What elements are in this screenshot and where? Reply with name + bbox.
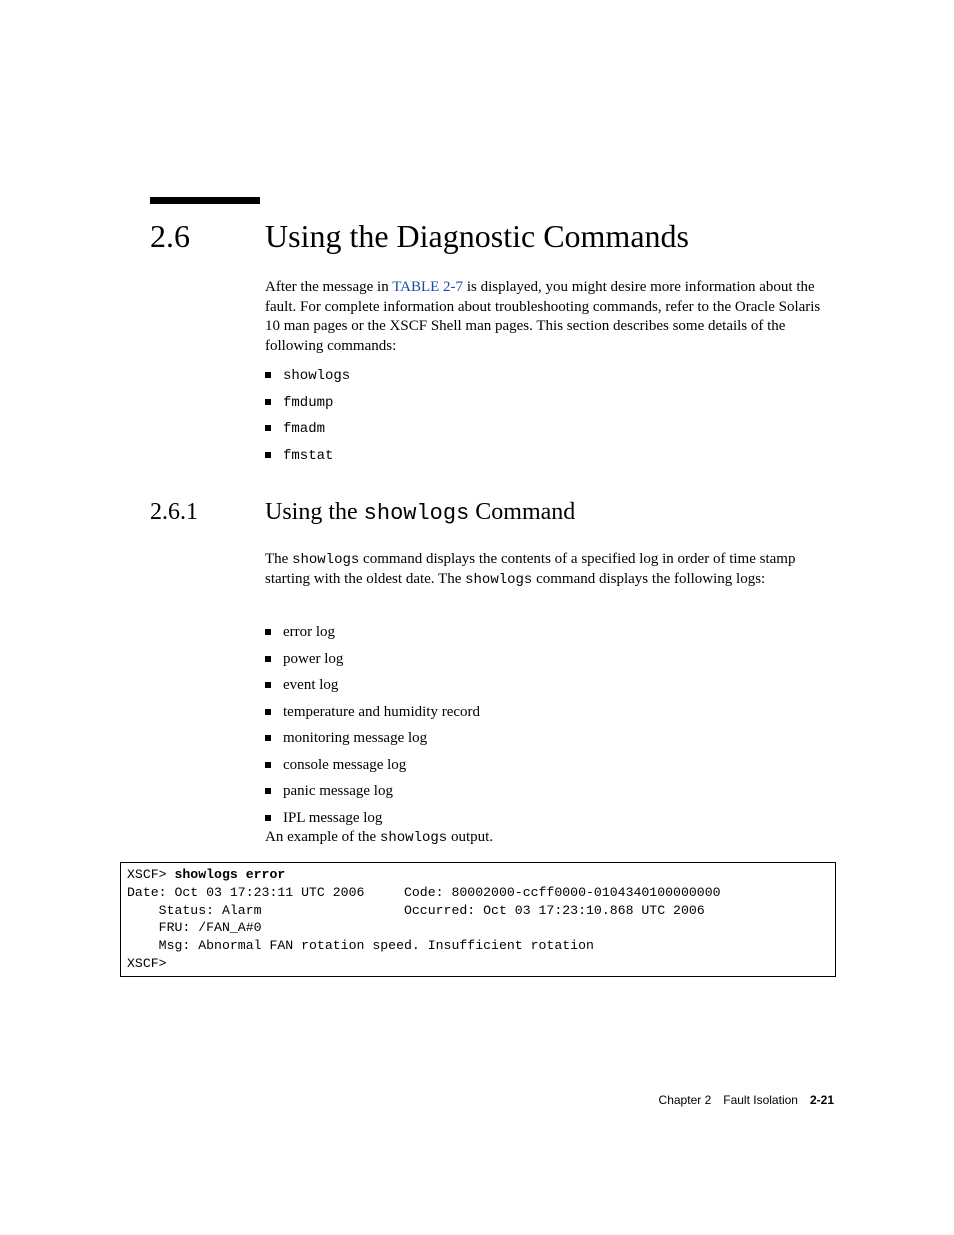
output-line: Status: Alarm Occurred: Oct 03 17:23:10.… (127, 903, 705, 918)
prompt: XSCF> (127, 867, 174, 882)
section-title: Using the Diagnostic Commands (265, 218, 689, 255)
command-name: showlogs (283, 368, 350, 384)
footer-page-number: 2-21 (810, 1093, 834, 1107)
list-item: console message log (265, 756, 834, 776)
list-item: fmadm (265, 419, 834, 439)
text: An example of the (265, 829, 380, 845)
list-item: temperature and humidity record (265, 703, 834, 723)
title-suffix: Command (469, 499, 575, 525)
output-line: Msg: Abnormal FAN rotation speed. Insuff… (127, 938, 594, 953)
subsection-title: Using the showlogs Command (265, 499, 575, 526)
section-rule (150, 197, 260, 204)
inline-command: showlogs (292, 552, 359, 568)
log-name: panic message log (283, 783, 393, 799)
intro-paragraph: After the message in TABLE 2-7 is displa… (265, 278, 834, 356)
log-name: error log (283, 624, 335, 640)
command-name: fmstat (283, 448, 333, 464)
log-list: error log power log event log temperatur… (265, 615, 834, 835)
footer-title: Fault Isolation (723, 1093, 798, 1107)
command-list: showlogs fmdump fmadm fmstat (265, 358, 834, 472)
code-example: XSCF> showlogs error Date: Oct 03 17:23:… (120, 862, 836, 977)
typed-command: showlogs error (174, 867, 285, 882)
output-line: XSCF> (127, 956, 167, 971)
page-footer: Chapter 2 Fault Isolation 2-21 (659, 1093, 834, 1107)
log-name: IPL message log (283, 810, 382, 826)
log-name: console message log (283, 757, 406, 773)
list-item: error log (265, 623, 834, 643)
list-item: fmstat (265, 446, 834, 466)
log-name: monitoring message log (283, 730, 427, 746)
inline-command: showlogs (380, 830, 447, 846)
intro-text-before: After the message in (265, 279, 392, 295)
list-item: fmdump (265, 393, 834, 413)
command-name: fmadm (283, 421, 325, 437)
log-name: temperature and humidity record (283, 704, 480, 720)
page-content: 2.6 Using the Diagnostic Commands After … (120, 0, 834, 1235)
list-item: showlogs (265, 366, 834, 386)
list-item: event log (265, 676, 834, 696)
text: output. (447, 829, 493, 845)
command-name: fmdump (283, 395, 333, 411)
subsection-number: 2.6.1 (150, 499, 198, 526)
list-item: IPL message log (265, 809, 834, 829)
text: The (265, 551, 292, 567)
table-ref-link[interactable]: TABLE 2-7 (392, 279, 463, 295)
list-item: power log (265, 650, 834, 670)
log-name: event log (283, 677, 338, 693)
list-item: monitoring message log (265, 729, 834, 749)
example-intro: An example of the showlogs output. (265, 828, 834, 848)
log-name: power log (283, 651, 343, 667)
list-item: panic message log (265, 782, 834, 802)
title-prefix: Using the (265, 499, 364, 525)
inline-command: showlogs (465, 572, 532, 588)
output-line: Date: Oct 03 17:23:11 UTC 2006 Code: 800… (127, 885, 721, 900)
text: command displays the following logs: (532, 571, 765, 587)
title-command: showlogs (364, 501, 470, 526)
output-line: FRU: /FAN_A#0 (127, 920, 262, 935)
footer-chapter: Chapter 2 (659, 1093, 712, 1107)
showlogs-paragraph: The showlogs command displays the conten… (265, 550, 834, 589)
section-number: 2.6 (150, 218, 190, 255)
